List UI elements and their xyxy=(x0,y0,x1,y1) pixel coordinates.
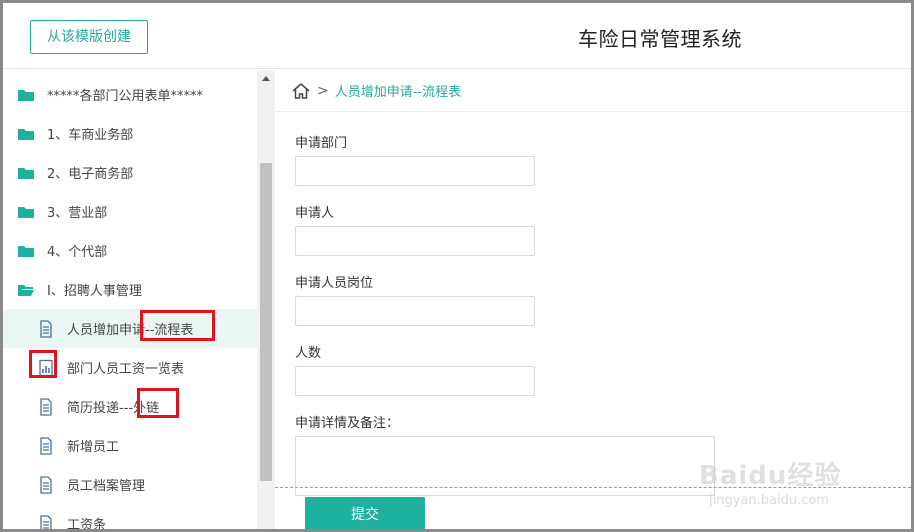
breadcrumb-separator: > xyxy=(317,82,329,99)
app-title: 车险日常管理系统 xyxy=(578,27,742,51)
position-label: 申请人员岗位 xyxy=(295,276,374,291)
folder-icon xyxy=(18,167,34,179)
sidebar-item-agency[interactable]: 4、个代部 xyxy=(3,231,257,270)
sidebar-item-label: 1、车商业务部 xyxy=(47,128,134,143)
sidebar-item-new-employee[interactable]: 新增员工 xyxy=(3,426,257,465)
sidebar-item-label: 2、电子商务部 xyxy=(47,167,134,182)
sidebar-item-label: 部门人员工资一览表 xyxy=(67,362,185,377)
sidebar-item-label: 工资条 xyxy=(67,518,107,529)
folder-icon xyxy=(18,128,34,140)
sidebar-item-employee-records[interactable]: 员工档案管理 xyxy=(3,465,257,504)
top-header: 从该模版创建 车险日常管理系统 xyxy=(3,3,911,69)
sidebar-item-hr-management[interactable]: Ⅰ、招聘人事管理 xyxy=(3,270,257,309)
annotation-highlight-box xyxy=(29,350,57,378)
watermark-url: jingyan.baidu.com xyxy=(709,493,829,508)
position-input[interactable] xyxy=(295,296,535,326)
watermark-logo-text: Baidu经验 xyxy=(699,461,842,491)
headcount-label: 人数 xyxy=(295,346,322,361)
sidebar-item-ecommerce[interactable]: 2、电子商务部 xyxy=(3,153,257,192)
sidebar-item-label: 新增员工 xyxy=(67,440,120,455)
sidebar-item-car-business[interactable]: 1、车商业务部 xyxy=(3,114,257,153)
create-from-template-button[interactable]: 从该模版创建 xyxy=(30,20,148,54)
sidebar-item-payslip[interactable]: 工资条 xyxy=(3,504,257,529)
folder-icon xyxy=(18,245,34,257)
document-icon xyxy=(40,436,52,455)
app-window: 从该模版创建 车险日常管理系统 *****各部门公用表单***** 1、车商业务… xyxy=(3,3,911,529)
sidebar: *****各部门公用表单***** 1、车商业务部 2、电子商务部 3、营业部 … xyxy=(3,70,275,529)
sidebar-item-resume-link[interactable]: 简历投递---外链 xyxy=(3,387,257,426)
applicant-input[interactable] xyxy=(295,226,535,256)
scrollbar-thumb[interactable] xyxy=(260,163,272,481)
folder-open-icon xyxy=(18,284,34,296)
department-input[interactable] xyxy=(295,156,535,186)
annotation-highlight-box xyxy=(137,388,179,418)
scroll-up-arrow-icon[interactable] xyxy=(257,70,275,88)
sidebar-item-label: 员工档案管理 xyxy=(67,479,146,494)
sidebar-item-label: 3、营业部 xyxy=(47,206,108,221)
sidebar-item-staff-request[interactable]: 人员增加申请--流程表 xyxy=(3,309,257,348)
sidebar-item-sales-dept[interactable]: 3、营业部 xyxy=(3,192,257,231)
annotation-highlight-box xyxy=(140,310,215,341)
sidebar-item-public-forms[interactable]: *****各部门公用表单***** xyxy=(3,75,257,114)
submit-button[interactable]: 提交 xyxy=(305,497,425,529)
sidebar-scrollbar[interactable] xyxy=(257,70,275,529)
document-icon xyxy=(40,397,52,416)
breadcrumb-current[interactable]: 人员增加申请--流程表 xyxy=(335,81,461,100)
headcount-input[interactable] xyxy=(295,366,535,396)
sidebar-item-label: 4、个代部 xyxy=(47,245,108,260)
notes-label: 申请详情及备注： xyxy=(295,416,400,431)
folder-icon xyxy=(18,89,34,101)
document-icon xyxy=(40,514,52,529)
baidu-watermark: Baidu经验 jingyan.baidu.com xyxy=(695,451,875,521)
folder-icon xyxy=(18,206,34,218)
sidebar-item-label: Ⅰ、招聘人事管理 xyxy=(47,284,142,299)
document-icon xyxy=(40,475,52,494)
department-label: 申请部门 xyxy=(295,136,348,151)
applicant-label: 申请人 xyxy=(295,206,335,221)
home-icon[interactable] xyxy=(291,82,311,100)
sidebar-list: *****各部门公用表单***** 1、车商业务部 2、电子商务部 3、营业部 … xyxy=(3,70,257,529)
breadcrumb: > 人员增加申请--流程表 xyxy=(275,70,911,112)
document-icon xyxy=(40,319,52,338)
sidebar-item-label: *****各部门公用表单***** xyxy=(47,89,204,104)
